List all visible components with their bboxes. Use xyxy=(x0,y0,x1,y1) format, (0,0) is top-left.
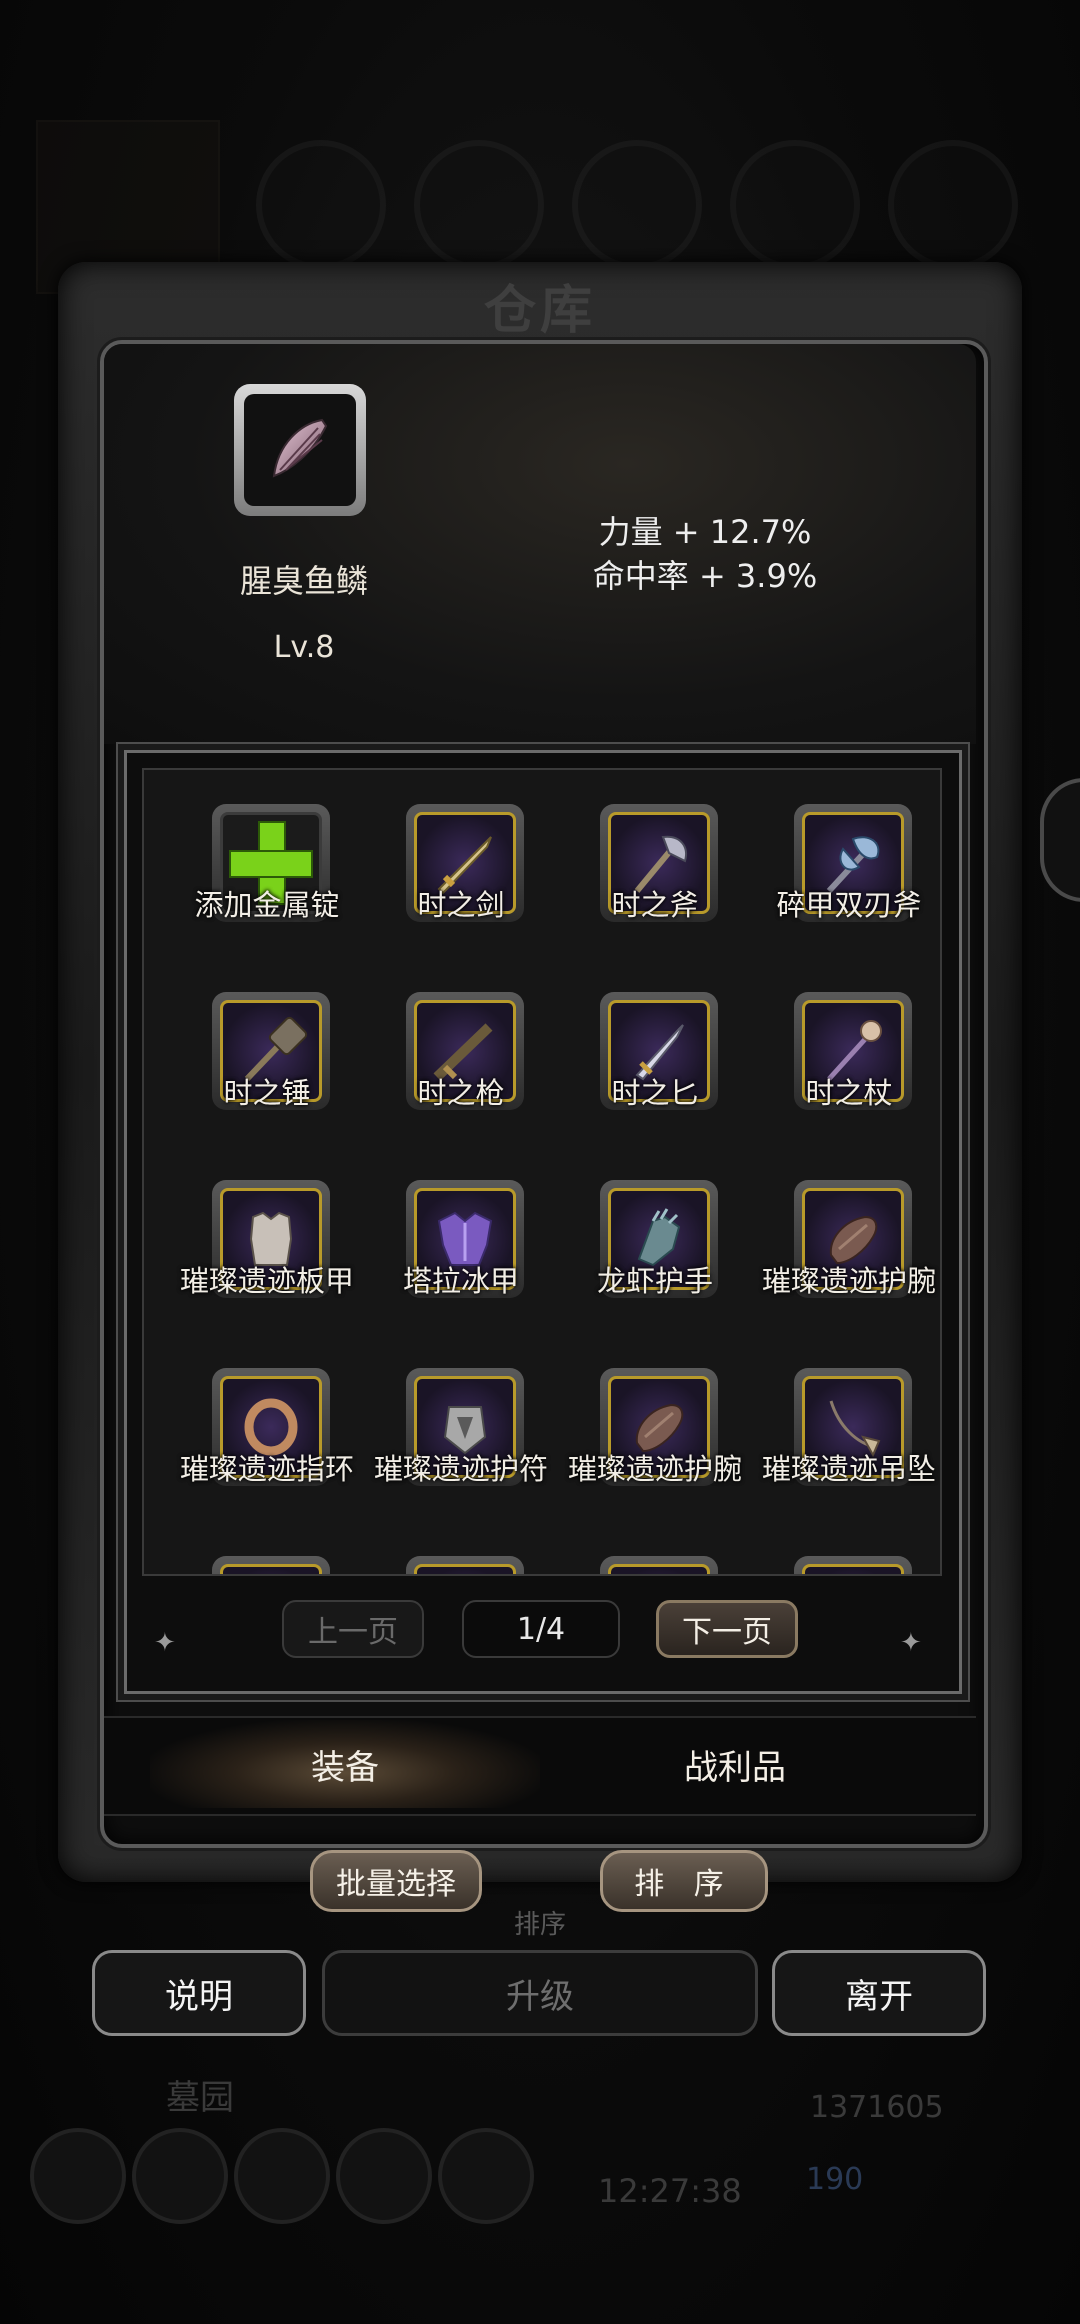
panel-title: 仓库 xyxy=(483,280,596,341)
item-label: 龙虾护手 xyxy=(596,1264,713,1298)
leave-button[interactable]: 离开 xyxy=(772,1950,986,2036)
inventory-slot[interactable]: 塔拉冰甲 xyxy=(358,1174,552,1354)
inventory-slot[interactable] xyxy=(358,1550,552,1574)
item-label: 璀璨遗迹护符 xyxy=(373,1452,548,1486)
corner-sparkle-icon: ✦ xyxy=(154,1628,176,1658)
background-menu-icon xyxy=(234,2128,330,2224)
background-gold-value: 1371605 xyxy=(810,2090,944,2125)
inventory-slot[interactable]: 添加金属锭 xyxy=(164,798,358,978)
background-menu-icon xyxy=(336,2128,432,2224)
background-skill-icon xyxy=(572,140,702,270)
selected-item-stats: 力量 + 12.7% 命中率 + 3.9% xyxy=(560,510,850,598)
inventory-slot[interactable]: 时之剑 xyxy=(358,798,552,978)
item-label: 时之锤 xyxy=(223,1076,311,1110)
inventory-slot[interactable]: 璀璨遗迹护腕 xyxy=(746,1174,940,1354)
inventory-slot[interactable]: 璀璨遗迹护腕 xyxy=(552,1362,746,1542)
inventory-slot[interactable]: 时之杖 xyxy=(746,986,940,1166)
batch-select-button[interactable]: 批量选择 xyxy=(310,1850,482,1912)
upgrade-button[interactable]: 升级 xyxy=(322,1950,758,2036)
sort-button[interactable]: 排 序 xyxy=(600,1850,768,1912)
background-gem-value: 190 xyxy=(806,2162,864,2197)
inventory-slot[interactable]: 龙虾护手 xyxy=(552,1174,746,1354)
item-label: 璀璨遗迹板甲 xyxy=(179,1264,354,1298)
selected-item-level: Lv.8 xyxy=(273,630,335,665)
background-skill-icon xyxy=(414,140,544,270)
tab-loot[interactable]: 战利品 xyxy=(540,1720,930,1808)
help-button[interactable]: 说明 xyxy=(92,1950,306,2036)
corner-sparkle-icon: ✦ xyxy=(900,1628,922,1658)
inventory-slot[interactable] xyxy=(164,1550,358,1574)
background-skill-icon xyxy=(888,140,1018,270)
background-sort-label: 排序 xyxy=(513,1909,566,1940)
inventory-slot[interactable]: 时之匕 xyxy=(552,986,746,1166)
inventory-slot[interactable] xyxy=(746,1550,940,1574)
next-page-button[interactable]: 下一页 xyxy=(656,1600,798,1658)
item-label: 碎甲双刃斧 xyxy=(776,888,922,922)
item-label: 璀璨遗迹护腕 xyxy=(761,1264,936,1298)
stat-line: 命中率 + 3.9% xyxy=(592,557,818,595)
item-label: 璀璨遗迹指环 xyxy=(179,1452,354,1486)
item-label: 时之斧 xyxy=(611,888,699,922)
inventory-slot[interactable] xyxy=(552,1550,746,1574)
inventory-grid[interactable]: 添加金属锭 时之剑 时之斧 碎甲双刃斧 时之锤 时之枪 时之匕 时之杖 璀璨遗迹… xyxy=(142,768,942,1576)
background-guild-label: 墓园 xyxy=(166,2078,234,2118)
item-label: 时之剑 xyxy=(417,888,505,922)
background-menu-icon xyxy=(30,2128,126,2224)
inventory-slot[interactable]: 时之斧 xyxy=(552,798,746,978)
stat-line: 力量 + 12.7% xyxy=(598,513,812,551)
fish-scale-icon xyxy=(272,418,328,478)
inventory-slot[interactable]: 时之锤 xyxy=(164,986,358,1166)
background-skill-icon xyxy=(256,140,386,270)
inventory-slot[interactable]: 璀璨遗迹板甲 xyxy=(164,1174,358,1354)
background-menu-icon xyxy=(438,2128,534,2224)
item-label: 璀璨遗迹护腕 xyxy=(567,1452,742,1486)
inventory-slot[interactable]: 璀璨遗迹吊坠 xyxy=(746,1362,940,1542)
item-label: 璀璨遗迹吊坠 xyxy=(761,1452,936,1486)
background-menu-icon xyxy=(132,2128,228,2224)
tab-equipment[interactable]: 装备 xyxy=(150,1720,540,1808)
background-skill-icon xyxy=(730,140,860,270)
prev-page-button[interactable]: 上一页 xyxy=(282,1600,424,1658)
item-label: 时之匕 xyxy=(611,1076,699,1110)
inventory-slot[interactable]: 璀璨遗迹护符 xyxy=(358,1362,552,1542)
background-clock: 12:27:38 xyxy=(598,2172,742,2210)
selected-item-icon-frame[interactable] xyxy=(234,384,366,516)
item-label: 塔拉冰甲 xyxy=(402,1264,519,1298)
selected-item-name: 腥臭鱼鳞 xyxy=(239,562,368,600)
item-label: 添加金属锭 xyxy=(194,888,340,922)
inventory-slot[interactable]: 碎甲双刃斧 xyxy=(746,798,940,978)
inventory-slot[interactable]: 时之枪 xyxy=(358,986,552,1166)
inventory-slot[interactable]: 璀璨遗迹指环 xyxy=(164,1362,358,1542)
item-label: 时之杖 xyxy=(805,1076,893,1110)
page-indicator: 1/4 xyxy=(462,1600,620,1658)
item-label: 时之枪 xyxy=(417,1076,505,1110)
